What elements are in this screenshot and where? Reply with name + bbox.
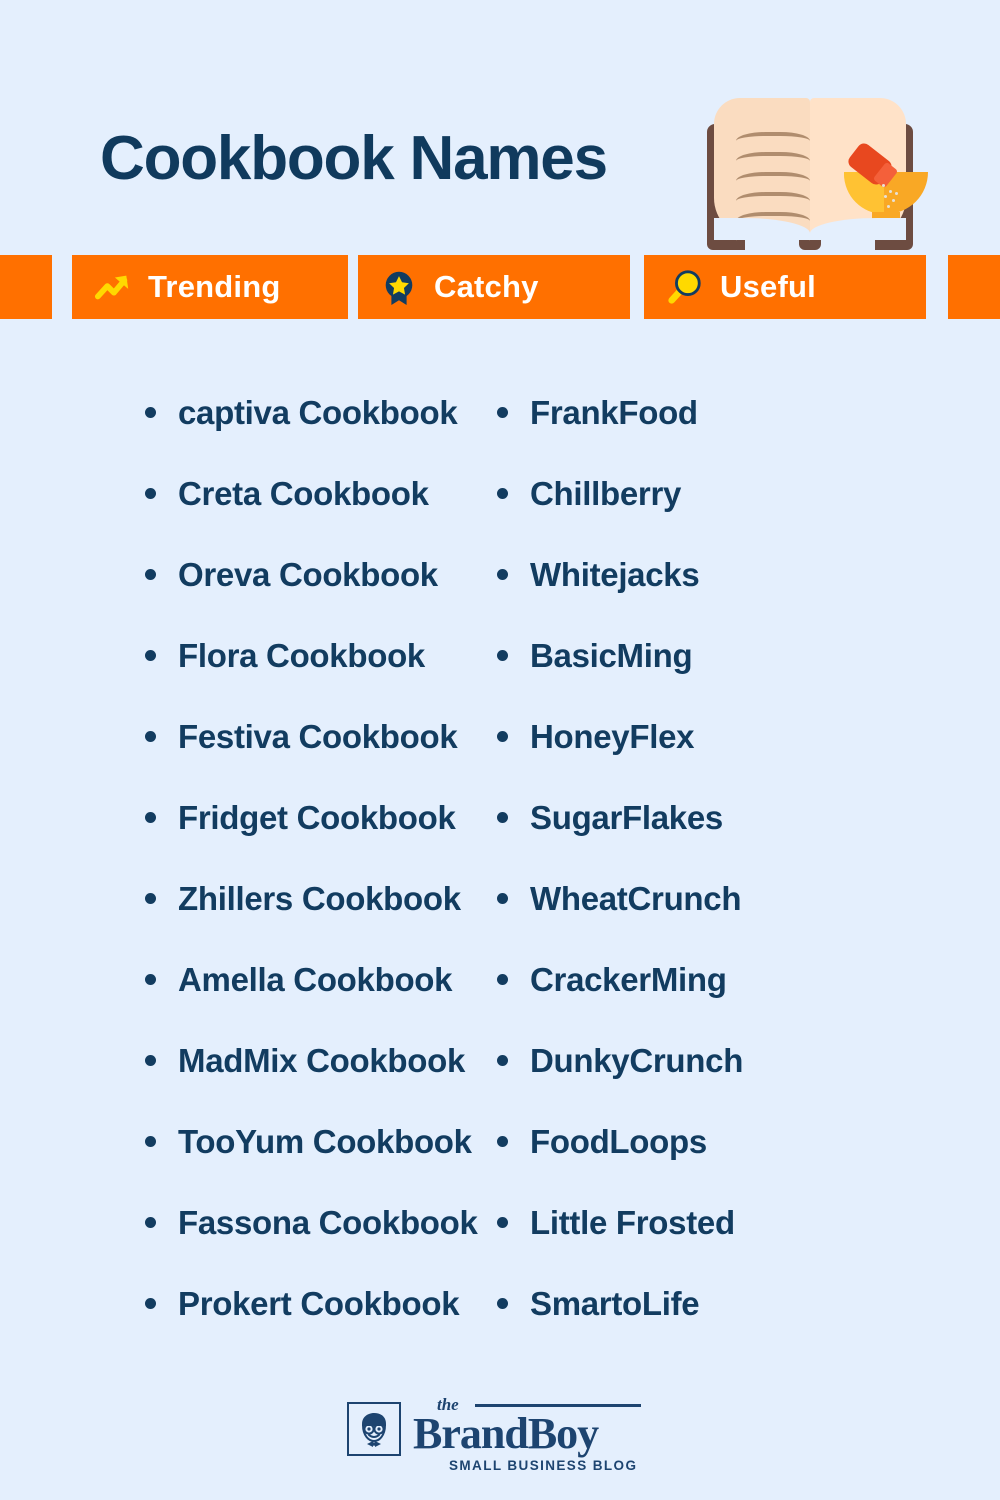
list-item: FoodLoops [492,1101,880,1182]
bowl-foot [872,212,900,222]
badge-catchy-label: Catchy [434,269,539,304]
list-item: HoneyFlex [492,696,880,777]
logo-brand-name: BrandBoy [413,1409,599,1458]
list-item: Chillberry [492,453,880,534]
list-item: DunkyCrunch [492,1020,880,1101]
badge-trending-label: Trending [148,269,281,304]
list-item: CrackerMing [492,939,880,1020]
list-item: FrankFood [492,372,880,453]
trending-up-icon [94,275,129,300]
list-item: captiva Cookbook [140,372,460,453]
list-item: SmartoLife [492,1263,880,1344]
badge-bar: Trending Catchy Useful [0,255,1000,319]
brandboy-logo[interactable]: the BrandBoy SMALL BUSINESS BLOG [347,1395,647,1473]
page-title: Cookbook Names [100,124,608,193]
list-item: Little Frosted [492,1182,880,1263]
badge-useful[interactable]: Useful [644,255,926,319]
list-item: SugarFlakes [492,777,880,858]
sprinkle-dot [884,195,887,198]
list-item: TooYum Cookbook [140,1101,472,1182]
boy-face-icon [347,1402,401,1456]
list-item: Festiva Cookbook [140,696,460,777]
list-item: Flora Cookbook [140,615,460,696]
page-text-lines [736,132,810,236]
list-item: Fridget Cookbook [140,777,460,858]
list-item: Whitejacks [492,534,880,615]
name-list-left: captiva Cookbook Creta Cookbook Oreva Co… [0,372,478,1344]
cookbook-name-lists: captiva Cookbook Creta Cookbook Oreva Co… [0,372,1000,1344]
list-item: BasicMing [492,615,880,696]
badge-trending[interactable]: Trending [72,255,348,319]
list-item: Oreva Cookbook [140,534,460,615]
list-item: Fassona Cookbook [140,1182,478,1263]
header: Cookbook Names [0,0,1000,250]
list-item: Creta Cookbook [140,453,460,534]
book-page-right [810,98,928,240]
list-item: MadMix Cookbook [140,1020,465,1101]
award-ribbon-star-icon [385,271,413,306]
list-item: Zhillers Cookbook [140,858,461,939]
name-list-right: FrankFood Chillberry Whitejacks BasicMin… [460,372,880,1344]
list-item: Amella Cookbook [140,939,460,1020]
list-item: Prokert Cookbook [140,1263,460,1344]
badge-bar-right-edge-block [948,255,1000,319]
list-item: WheatCrunch [492,858,880,939]
sprinkle-dot [889,190,892,193]
magnifying-glass-icon [668,270,701,304]
badge-catchy[interactable]: Catchy [358,255,630,319]
logo-divider-rule [475,1404,641,1407]
book-page-left [714,98,810,240]
sprinkle-dot [892,199,895,202]
logo-tagline: SMALL BUSINESS BLOG [449,1458,638,1473]
badge-bar-left-edge-block [0,255,52,319]
sprinkle-dot [882,184,885,187]
logo-wordmark: the BrandBoy SMALL BUSINESS BLOG [413,1395,641,1473]
badge-useful-label: Useful [720,269,816,304]
sprinkle-dot [895,192,898,195]
open-cookbook-icon [703,86,928,250]
sprinkle-dot [887,205,890,208]
logo-the-text: the [437,1395,459,1414]
